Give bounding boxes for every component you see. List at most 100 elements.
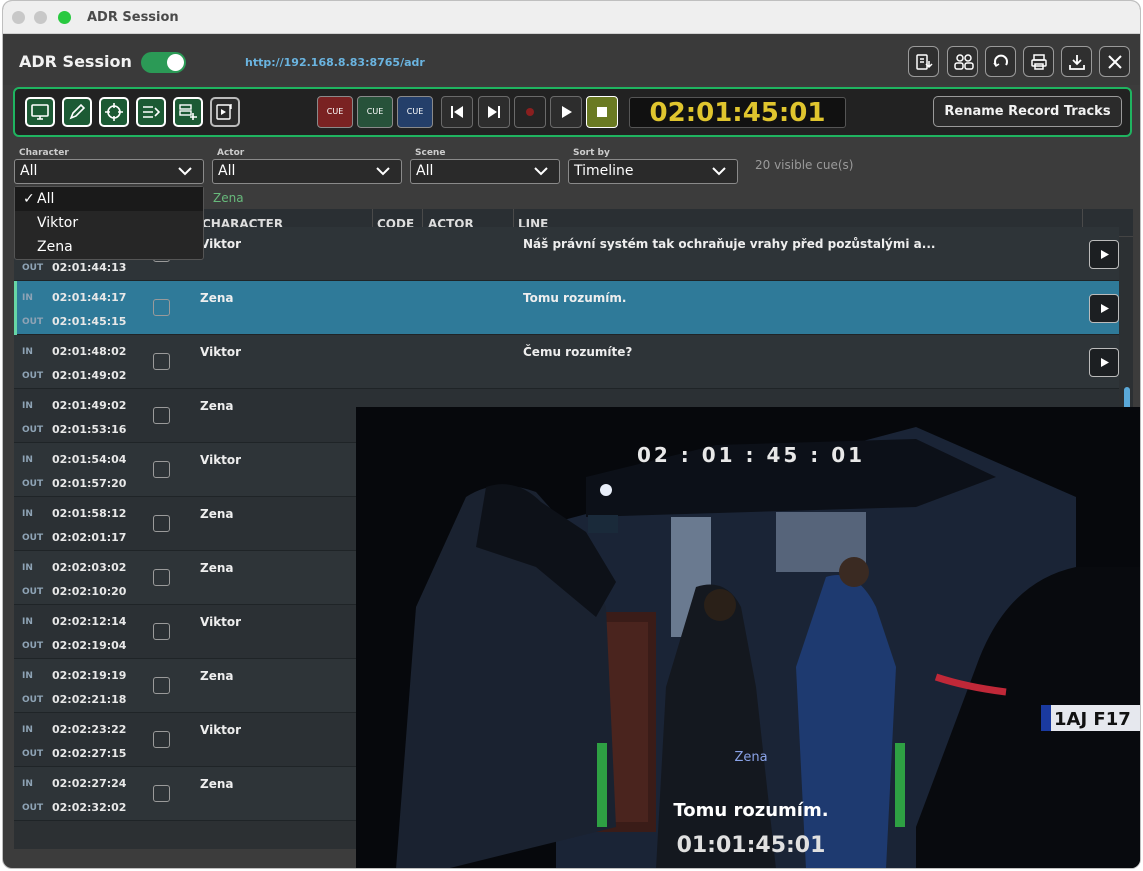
row-character: Viktor (200, 453, 242, 467)
dropdown-option-all[interactable]: ✓ All (15, 187, 203, 211)
row-character: Viktor (200, 723, 242, 737)
users-button[interactable] (947, 46, 978, 77)
play-button[interactable] (550, 96, 582, 128)
monitor-icon (31, 104, 49, 120)
import-button[interactable] (908, 46, 939, 77)
row-checkbox[interactable] (153, 407, 170, 424)
title-bar: ADR Session (3, 1, 1140, 34)
out-timecode: 02:01:45:15 (52, 315, 127, 328)
in-timecode: 02:02:03:02 (52, 561, 127, 574)
row-checkbox[interactable] (153, 731, 170, 748)
row-checkbox[interactable] (153, 785, 170, 802)
actor-filter-label: Actor (217, 148, 245, 158)
refresh-button[interactable] (985, 46, 1016, 77)
row-checkbox[interactable] (153, 569, 170, 586)
cue-blue-button[interactable]: CUE (397, 96, 433, 128)
video-export-button[interactable] (210, 97, 240, 127)
scene-select-value: All (416, 163, 434, 179)
out-timecode: 02:02:19:04 (52, 639, 127, 652)
record-icon (526, 108, 534, 116)
row-play-button[interactable] (1089, 294, 1119, 323)
list-next-button[interactable] (136, 97, 166, 127)
row-character: Zena (200, 399, 234, 413)
in-timecode: 02:01:58:12 (52, 507, 127, 520)
close-button[interactable] (1099, 46, 1130, 77)
rename-record-tracks-button[interactable]: Rename Record Tracks (933, 96, 1122, 127)
edit-button[interactable] (62, 97, 92, 127)
window-minimize-button[interactable] (34, 11, 47, 24)
character-select[interactable]: All (14, 159, 204, 184)
video-icon (216, 104, 232, 120)
skip-forward-icon (488, 106, 500, 118)
chevron-down-icon (534, 167, 548, 176)
toggle-knob (167, 54, 184, 71)
out-label: OUT (22, 371, 44, 381)
row-character: Viktor (200, 615, 242, 629)
refresh-icon (993, 54, 1008, 68)
users-icon (954, 54, 974, 70)
character-select-value: All (20, 163, 38, 179)
table-row[interactable]: IN 02:01:44:17 OUT 02:01:45:15 Zena Tomu rozu… (14, 281, 1119, 335)
in-timecode: 02:02:12:14 (52, 615, 127, 628)
row-character: Zena (200, 561, 234, 575)
out-label: OUT (22, 533, 44, 543)
print-button[interactable] (1023, 46, 1054, 77)
in-label: IN (22, 563, 33, 573)
in-label: IN (22, 455, 33, 465)
session-url[interactable]: http://192.168.8.83:8765/adr (245, 56, 425, 69)
actor-select-value: All (218, 163, 236, 179)
window-maximize-button[interactable] (58, 11, 71, 24)
row-checkbox[interactable] (153, 461, 170, 478)
scene-select[interactable]: All (410, 159, 560, 184)
character-chip[interactable]: Zena (213, 191, 244, 205)
row-checkbox[interactable] (153, 299, 170, 316)
download-button[interactable] (1061, 46, 1092, 77)
sort-select[interactable]: Timeline (568, 159, 738, 184)
dropdown-option-label: All (37, 191, 55, 207)
previous-cue-button[interactable] (441, 96, 473, 128)
out-label: OUT (22, 479, 44, 489)
out-timecode: 02:02:27:15 (52, 747, 127, 760)
add-track-button[interactable] (173, 97, 203, 127)
row-checkbox[interactable] (153, 515, 170, 532)
stop-button[interactable] (586, 96, 618, 128)
window-title: ADR Session (87, 10, 179, 25)
in-label: IN (22, 293, 33, 303)
video-character-name: Zena (734, 750, 768, 765)
in-timecode: 02:02:19:19 (52, 669, 127, 682)
out-timecode: 02:01:53:16 (52, 423, 127, 436)
out-timecode: 02:02:21:18 (52, 693, 127, 706)
table-row[interactable]: IN 02:01:48:02 OUT 02:01:49:02 Viktor Čemu ro… (14, 335, 1119, 389)
next-cue-button[interactable] (478, 96, 510, 128)
record-button[interactable] (514, 96, 546, 128)
in-timecode: 02:01:48:02 (52, 345, 127, 358)
session-toggle[interactable] (141, 52, 186, 73)
transport-timecode: 02:01:45:01 (629, 97, 846, 128)
play-icon (562, 106, 572, 118)
row-checkbox[interactable] (153, 623, 170, 640)
visible-cue-count: 20 visible cue(s) (755, 158, 854, 172)
stop-icon (597, 107, 607, 117)
row-play-button[interactable] (1089, 348, 1119, 377)
row-checkbox[interactable] (153, 353, 170, 370)
video-timecode-top: 02 : 01 : 45 : 01 (636, 443, 866, 467)
out-timecode: 02:01:49:02 (52, 369, 127, 382)
dropdown-option-zena[interactable]: Zena (15, 235, 203, 259)
window-close-button[interactable] (12, 11, 25, 24)
row-play-button[interactable] (1089, 240, 1119, 269)
dropdown-option-viktor[interactable]: Viktor (15, 211, 203, 235)
cue-green-button[interactable]: CUE (357, 96, 393, 128)
cue-red-button[interactable]: CUE (317, 96, 353, 128)
row-character: Zena (200, 669, 234, 683)
in-label: IN (22, 725, 33, 735)
actor-select[interactable]: All (212, 159, 402, 184)
list-arrow-icon (143, 106, 160, 118)
in-label: IN (22, 617, 33, 627)
row-character: Zena (200, 507, 234, 521)
target-button[interactable] (99, 97, 129, 127)
check-icon: ✓ (23, 191, 35, 207)
row-checkbox[interactable] (153, 677, 170, 694)
row-line: Náš právní systém tak ochraňuje vrahy př… (523, 237, 936, 251)
monitor-button[interactable] (25, 97, 55, 127)
chevron-down-icon (376, 167, 390, 176)
